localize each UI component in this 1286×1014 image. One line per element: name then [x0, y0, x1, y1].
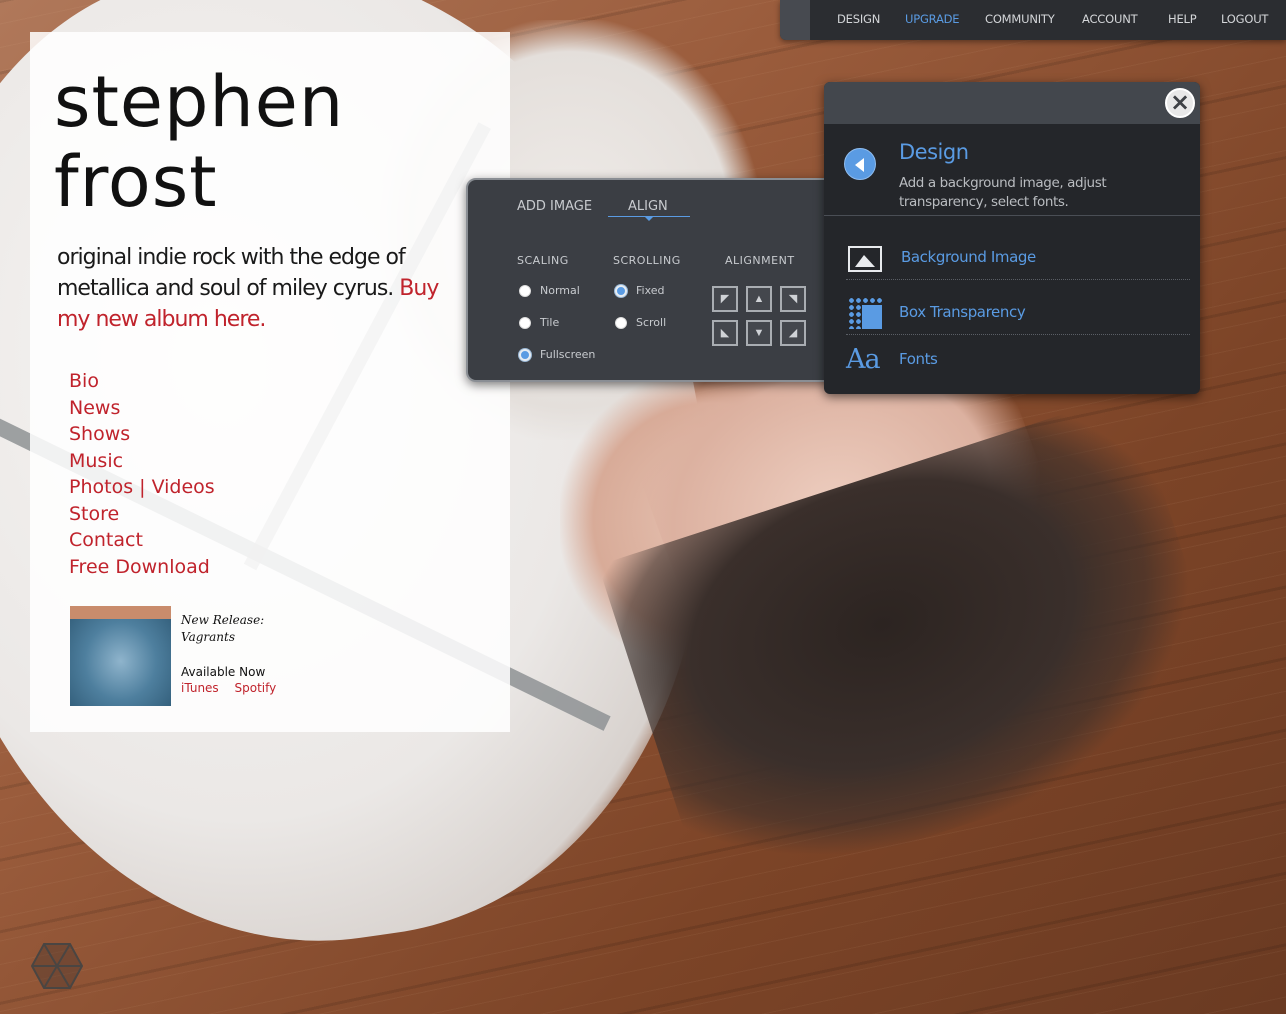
tab-align[interactable]: ALIGN: [628, 199, 668, 214]
scaling-option-tile[interactable]: Tile: [519, 316, 559, 329]
menu-item-account[interactable]: ACCOUNT: [1082, 12, 1138, 26]
album-cover[interactable]: [70, 606, 171, 706]
design-panel: × Design Add a background image, adjust …: [824, 82, 1200, 394]
release-availability: Available Now: [181, 665, 266, 679]
menu-background-image[interactable]: Background Image: [846, 238, 1190, 280]
menu-item-design[interactable]: DESIGN: [837, 12, 880, 26]
divider: [846, 279, 1190, 280]
site-title-line2: frost: [54, 141, 218, 223]
design-panel-header[interactable]: [824, 82, 1200, 124]
menu-handle[interactable]: [780, 0, 810, 40]
site-title-line1: stephen: [54, 61, 345, 143]
align-bottom-center-icon[interactable]: ▼: [746, 320, 772, 346]
box-transparency-label: Box Transparency: [899, 303, 1026, 321]
image-icon: [848, 246, 882, 272]
back-arrow-icon[interactable]: [844, 148, 876, 180]
transparency-icon: [848, 297, 882, 329]
alignment-heading: ALIGNMENT: [725, 254, 795, 267]
radio-fullscreen[interactable]: [519, 348, 531, 361]
content-box: stephen frost original indie rock with t…: [30, 32, 510, 732]
align-bottom-left-icon[interactable]: ◣: [712, 320, 738, 346]
align-top-left-icon[interactable]: ◤: [712, 286, 738, 312]
nav-item-bio[interactable]: Bio: [69, 368, 215, 395]
spotify-link[interactable]: Spotify: [235, 681, 277, 695]
scaling-option-normal[interactable]: Normal: [519, 284, 580, 297]
divider: [824, 215, 1200, 216]
site-nav: Bio News Shows Music Photos | Videos Sto…: [69, 368, 215, 580]
radio-fullscreen-label: Fullscreen: [540, 348, 596, 361]
menu-fonts[interactable]: Aa Fonts: [846, 340, 1190, 382]
close-icon[interactable]: ×: [1165, 88, 1195, 118]
scrolling-option-fixed[interactable]: Fixed: [615, 284, 665, 297]
scrolling-heading: SCROLLING: [613, 254, 681, 267]
admin-menu-bar: DESIGN UPGRADE COMMUNITY ACCOUNT HELP LO…: [780, 0, 1286, 40]
tab-add-image[interactable]: ADD IMAGE: [517, 199, 592, 214]
release-links: iTunes Spotify: [181, 681, 288, 695]
menu-item-logout[interactable]: LOGOUT: [1221, 12, 1268, 26]
nav-item-free-download[interactable]: Free Download: [69, 554, 215, 581]
nav-item-contact[interactable]: Contact: [69, 527, 215, 554]
tagline: original indie rock with the edge of met…: [57, 242, 457, 335]
radio-tile-label: Tile: [540, 316, 560, 329]
radio-normal[interactable]: [519, 284, 531, 297]
align-top-right-icon[interactable]: ◥: [780, 286, 806, 312]
itunes-link[interactable]: iTunes: [181, 681, 219, 695]
radio-scroll[interactable]: [615, 316, 627, 329]
menu-item-community[interactable]: COMMUNITY: [985, 12, 1055, 26]
radio-tile[interactable]: [519, 316, 531, 329]
nav-item-store[interactable]: Store: [69, 501, 215, 528]
design-description: Add a background image, adjust transpare…: [899, 175, 1107, 210]
nav-item-photos-videos[interactable]: Photos | Videos: [69, 474, 215, 501]
hexagon-logo-icon[interactable]: [31, 942, 83, 990]
scaling-heading: SCALING: [517, 254, 569, 267]
menu-item-upgrade[interactable]: UPGRADE: [905, 12, 960, 26]
menu-box-transparency[interactable]: Box Transparency: [846, 293, 1190, 335]
background-image-label: Background Image: [901, 248, 1036, 266]
radio-scroll-label: Scroll: [636, 316, 667, 329]
active-tab-arrow-icon: [644, 216, 654, 221]
align-panel: ADD IMAGE ALIGN SCALING SCROLLING ALIGNM…: [466, 178, 850, 382]
menu-item-help[interactable]: HELP: [1168, 12, 1197, 26]
nav-item-shows[interactable]: Shows: [69, 421, 215, 448]
nav-item-music[interactable]: Music: [69, 448, 215, 475]
new-release-widget: New Release: Vagrants Available Now iTun…: [70, 606, 370, 716]
fonts-icon: Aa: [846, 344, 881, 375]
fonts-label: Fonts: [899, 350, 938, 368]
radio-fixed-label: Fixed: [636, 284, 665, 297]
nav-item-news[interactable]: News: [69, 395, 215, 422]
site-title[interactable]: stephen frost: [54, 62, 474, 222]
tagline-text: original indie rock with the edge of met…: [57, 245, 406, 301]
divider: [846, 334, 1190, 335]
radio-normal-label: Normal: [540, 284, 580, 297]
align-bottom-right-icon[interactable]: ◢: [780, 320, 806, 346]
scrolling-option-scroll[interactable]: Scroll: [615, 316, 666, 329]
radio-fixed[interactable]: [615, 284, 627, 297]
release-label: New Release:: [181, 613, 265, 627]
release-album: Vagrants: [181, 630, 235, 644]
release-title: New Release: Vagrants: [181, 612, 264, 646]
design-title: Design: [899, 140, 969, 164]
scaling-option-fullscreen[interactable]: Fullscreen: [519, 348, 595, 361]
align-top-center-icon[interactable]: ▲: [746, 286, 772, 312]
